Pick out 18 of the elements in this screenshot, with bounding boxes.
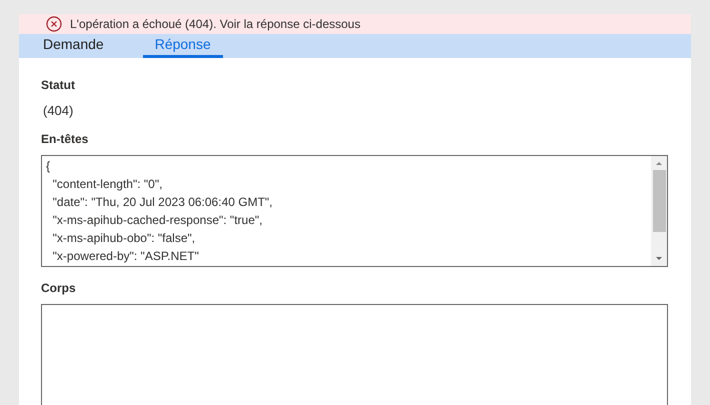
tab[interactable]: Réponse — [142, 34, 223, 58]
code-line: { — [46, 158, 52, 175]
headers-field[interactable]: { "content-length": "0", "date": "Thu, 20 Jul 2023 06:06:40 GMT", "x-ms-apihub-cached-response": "true", "x-ms-apihub-obo": "false", "x-powered-by": "ASP.NET" — [41, 155, 668, 267]
body-label: Corps — [41, 280, 77, 297]
code-line: "x-powered-by": "ASP.NET" — [52, 248, 200, 265]
code-line: "content-length": "0", — [52, 176, 164, 193]
status-label: Statut — [41, 76, 76, 94]
error-message: L'opération a échoué (404). Voir la réponse ci-dessous — [70, 16, 360, 33]
tab[interactable]: Demande — [31, 34, 116, 58]
scrollbar-thumb[interactable] — [652, 170, 666, 232]
headers-label: En-têtes — [41, 131, 90, 148]
error-icon — [46, 16, 62, 32]
body-field[interactable] — [41, 304, 668, 405]
scrollbar[interactable] — [651, 156, 667, 266]
code-line: "x-ms-apihub-obo": "false", — [52, 230, 196, 247]
code-line: "date": "Thu, 20 Jul 2023 06:06:40 GMT", — [52, 194, 274, 211]
code-line: "x-ms-apihub-cached-response": "true", — [52, 212, 264, 229]
status-value: (404) — [42, 102, 74, 120]
